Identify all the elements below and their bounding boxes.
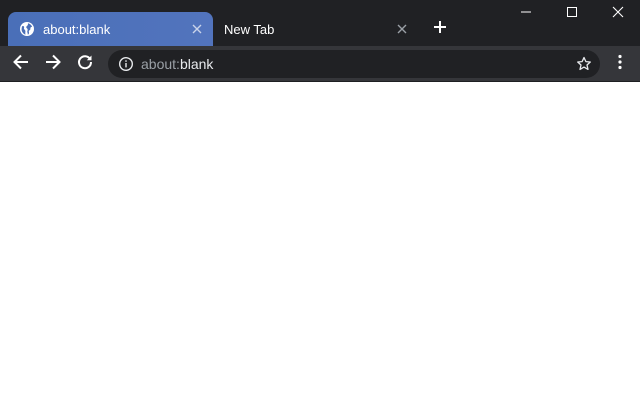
address-bar[interactable]: about:blank (108, 50, 600, 78)
reload-icon (76, 53, 94, 76)
forward-button[interactable] (39, 50, 67, 78)
new-tab-button[interactable] (428, 17, 452, 41)
tab-strip: about:blank New Tab (0, 0, 640, 46)
url-scheme: about: (141, 56, 180, 72)
close-window-button[interactable] (595, 0, 640, 28)
reload-button[interactable] (71, 50, 99, 78)
minimize-button[interactable] (503, 0, 549, 28)
close-icon (612, 5, 624, 23)
browser-menu-button[interactable] (608, 50, 632, 78)
page-content (0, 83, 640, 400)
bookmark-star-icon[interactable] (576, 56, 592, 72)
maximize-button[interactable] (549, 0, 595, 28)
tab-title: New Tab (224, 21, 275, 37)
tab-title: about:blank (43, 21, 111, 37)
forward-arrow-icon (44, 53, 62, 76)
url-text[interactable]: about:blank (141, 56, 213, 72)
tab-about-blank[interactable]: about:blank (8, 12, 213, 46)
back-arrow-icon (12, 53, 30, 76)
plus-icon (433, 20, 447, 39)
url-path: blank (179, 56, 214, 72)
info-icon[interactable] (118, 56, 134, 72)
maximize-icon (566, 5, 578, 23)
close-tab-icon[interactable] (189, 21, 205, 37)
browser-toolbar: about:blank (0, 46, 640, 82)
globe-icon (19, 21, 35, 37)
minimize-icon (520, 5, 532, 23)
close-tab-icon[interactable] (394, 21, 410, 37)
browser-window: about:blank New Tab about:blank (0, 0, 640, 400)
kebab-menu-icon (618, 54, 622, 75)
back-button[interactable] (7, 50, 35, 78)
tab-new-tab[interactable]: New Tab (213, 12, 418, 46)
